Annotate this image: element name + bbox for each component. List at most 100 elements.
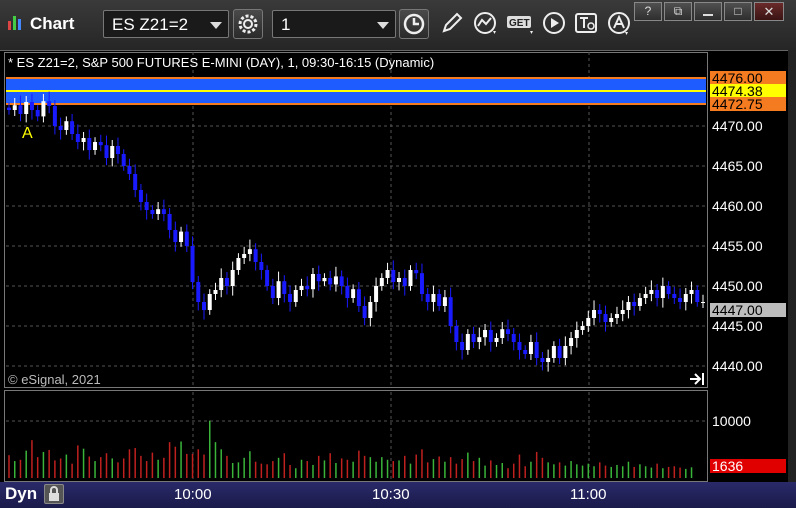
candle-body xyxy=(207,294,212,310)
candle-body xyxy=(454,326,459,342)
candle-body xyxy=(98,142,103,146)
candle-body xyxy=(620,310,625,314)
candle-body xyxy=(173,230,178,242)
candle-body xyxy=(47,101,52,106)
candle-body xyxy=(293,290,298,302)
chart-info-line: * ES Z21=2, S&P 500 FUTURES E-MINI (DAY)… xyxy=(8,55,435,70)
candle-body xyxy=(156,209,161,214)
candle-body xyxy=(672,294,677,298)
candle-body xyxy=(104,145,109,158)
candle-body xyxy=(614,314,619,318)
candle-body xyxy=(580,326,585,330)
candle-body xyxy=(93,142,98,150)
price-axis-label: 4440.00 xyxy=(712,358,763,374)
candle-body xyxy=(190,246,195,282)
candle-body xyxy=(70,121,75,134)
candle-body xyxy=(586,318,591,326)
candle-body xyxy=(511,334,516,342)
candle-body xyxy=(333,276,338,285)
candle-body xyxy=(500,329,505,338)
candle-body xyxy=(58,126,63,130)
candle-body xyxy=(299,286,304,290)
dyn-label[interactable]: Dyn xyxy=(5,484,37,504)
candle-body xyxy=(477,337,482,342)
candle-body xyxy=(316,274,321,282)
candle-body xyxy=(649,290,654,294)
jump-to-end-icon[interactable] xyxy=(688,371,706,387)
candle-body xyxy=(29,102,34,110)
chart-canvas[interactable]: A xyxy=(0,0,796,508)
candle-body xyxy=(184,231,189,246)
candle-body xyxy=(7,107,11,110)
chart-window: Chart ES Z21=2 1 GET ? ⧉ □ ✕ A * ES Z21=… xyxy=(0,0,796,508)
candle-body xyxy=(322,278,327,282)
lock-icon[interactable] xyxy=(44,484,64,504)
candle-body xyxy=(695,290,700,302)
candle-body xyxy=(569,338,574,346)
candle-body xyxy=(391,270,396,282)
candle-body xyxy=(87,138,92,150)
volume-tag: 1636 xyxy=(710,459,786,473)
candle-body xyxy=(414,270,419,274)
candle-body xyxy=(626,302,631,310)
candle-body xyxy=(431,294,436,302)
candle-body xyxy=(64,121,69,130)
candle-body xyxy=(483,330,488,338)
candle-body xyxy=(609,318,614,322)
candle-body xyxy=(196,282,201,302)
candle-body xyxy=(505,329,510,334)
candle-body xyxy=(666,286,671,294)
candle-body xyxy=(35,110,40,117)
price-axis-label: 4445.00 xyxy=(712,318,763,334)
candle-body xyxy=(408,270,413,286)
candle-body xyxy=(563,346,568,358)
candle-body xyxy=(144,202,149,210)
candle-body xyxy=(305,286,310,290)
candle-body xyxy=(448,297,453,326)
candle-body xyxy=(397,278,402,282)
candle-body xyxy=(402,278,407,286)
candle-body xyxy=(419,273,424,294)
candle-body xyxy=(701,302,705,303)
candle-body xyxy=(540,358,545,362)
candle-body xyxy=(310,274,315,290)
candle-body xyxy=(282,281,287,294)
candle-body xyxy=(546,358,551,362)
time-axis-label: 11:00 xyxy=(570,486,607,503)
candle-body xyxy=(471,334,476,342)
candle-body xyxy=(270,286,275,298)
candle-body xyxy=(683,294,688,302)
candle-body xyxy=(655,290,660,298)
candle-body xyxy=(161,209,166,214)
candle-body xyxy=(224,278,229,286)
candle-body xyxy=(259,262,264,270)
candle-body xyxy=(488,330,493,342)
candle-body xyxy=(603,314,608,322)
candle-body xyxy=(660,286,665,298)
candle-body xyxy=(18,105,23,114)
candle-body xyxy=(597,310,602,314)
candle-body xyxy=(643,294,648,298)
candle-body xyxy=(12,105,17,110)
candle-body xyxy=(523,350,528,354)
candle-body xyxy=(121,154,126,166)
candle-body xyxy=(24,102,29,114)
candle-body xyxy=(288,294,293,302)
candle-body xyxy=(115,146,120,154)
candle-body xyxy=(517,342,522,350)
time-axis-label: 10:00 xyxy=(174,486,212,503)
candle-body xyxy=(230,270,235,286)
candle-body xyxy=(110,146,115,158)
candle-body xyxy=(374,286,379,302)
candle-body xyxy=(242,254,247,258)
price-axis-label: 4450.00 xyxy=(712,278,763,294)
price-axis-label: 4460.00 xyxy=(712,198,763,214)
candle-body xyxy=(213,290,218,294)
time-axis-label: 10:30 xyxy=(372,486,410,503)
candle-body xyxy=(534,342,539,358)
candle-body xyxy=(442,297,447,306)
candle-body xyxy=(437,294,442,306)
price-axis-label: 4455.00 xyxy=(712,238,763,254)
candle-body xyxy=(133,174,138,190)
candle-body xyxy=(345,286,350,298)
